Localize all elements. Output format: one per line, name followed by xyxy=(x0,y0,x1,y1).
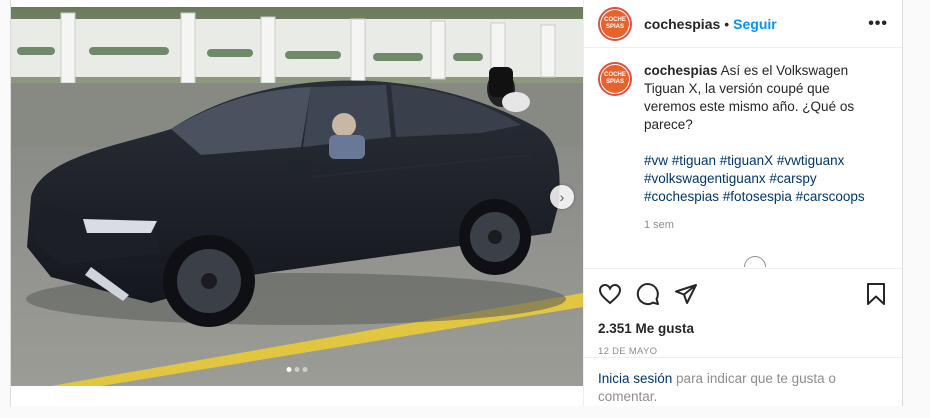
avatar-logo: COCHE SPIAS xyxy=(601,9,629,38)
chevron-right-icon: › xyxy=(559,189,565,205)
share-icon[interactable] xyxy=(674,282,698,306)
login-prompt: Inicia sesión para indicar que te gusta … xyxy=(584,357,902,418)
scroll-indicator xyxy=(744,256,766,267)
heart-icon[interactable] xyxy=(598,282,622,306)
post-card: › COCHE SPIAS cochespias • Seguir ••• CO… xyxy=(10,0,903,406)
action-bar: 2.351 Me gusta 12 DE MAYO xyxy=(584,268,902,357)
caption-username[interactable]: cochespias xyxy=(644,63,718,78)
hashtags[interactable]: #vw #tiguan #tiguanX #vwtiguanx #volkswa… xyxy=(644,152,874,206)
action-icons xyxy=(598,281,888,307)
carousel-dots xyxy=(286,367,308,372)
header-username[interactable]: cochespias xyxy=(644,16,720,32)
carousel-dot xyxy=(286,367,292,372)
caption-body: cochespias Así es el Volkswagen Tiguan X… xyxy=(644,62,874,234)
bookmark-icon[interactable] xyxy=(864,282,888,306)
login-link[interactable]: Inicia sesión xyxy=(598,371,672,386)
caption: COCHE SPIAS cochespias Así es el Volkswa… xyxy=(598,62,888,234)
post-date: 12 DE MAYO xyxy=(598,346,658,357)
likes-count[interactable]: 2.351 Me gusta xyxy=(598,321,888,336)
post-photo[interactable]: › xyxy=(11,7,583,386)
comment-icon[interactable] xyxy=(636,282,660,306)
time-ago: 1 sem xyxy=(644,219,674,231)
avatar-logo: COCHE SPIAS xyxy=(601,65,629,93)
avatar[interactable]: COCHE SPIAS xyxy=(598,6,632,41)
carousel-dot xyxy=(302,367,308,372)
car-photo xyxy=(11,7,583,386)
carousel-dot xyxy=(294,367,300,372)
next-photo-button[interactable]: › xyxy=(550,185,574,209)
header-separator: • xyxy=(724,15,730,32)
follow-button[interactable]: Seguir xyxy=(733,16,777,32)
more-icon[interactable]: ••• xyxy=(868,15,888,33)
post-header: COCHE SPIAS cochespias • Seguir ••• xyxy=(584,0,902,48)
post-sidebar: COCHE SPIAS cochespias • Seguir ••• COCH… xyxy=(583,0,902,406)
caption-avatar[interactable]: COCHE SPIAS xyxy=(598,62,632,96)
